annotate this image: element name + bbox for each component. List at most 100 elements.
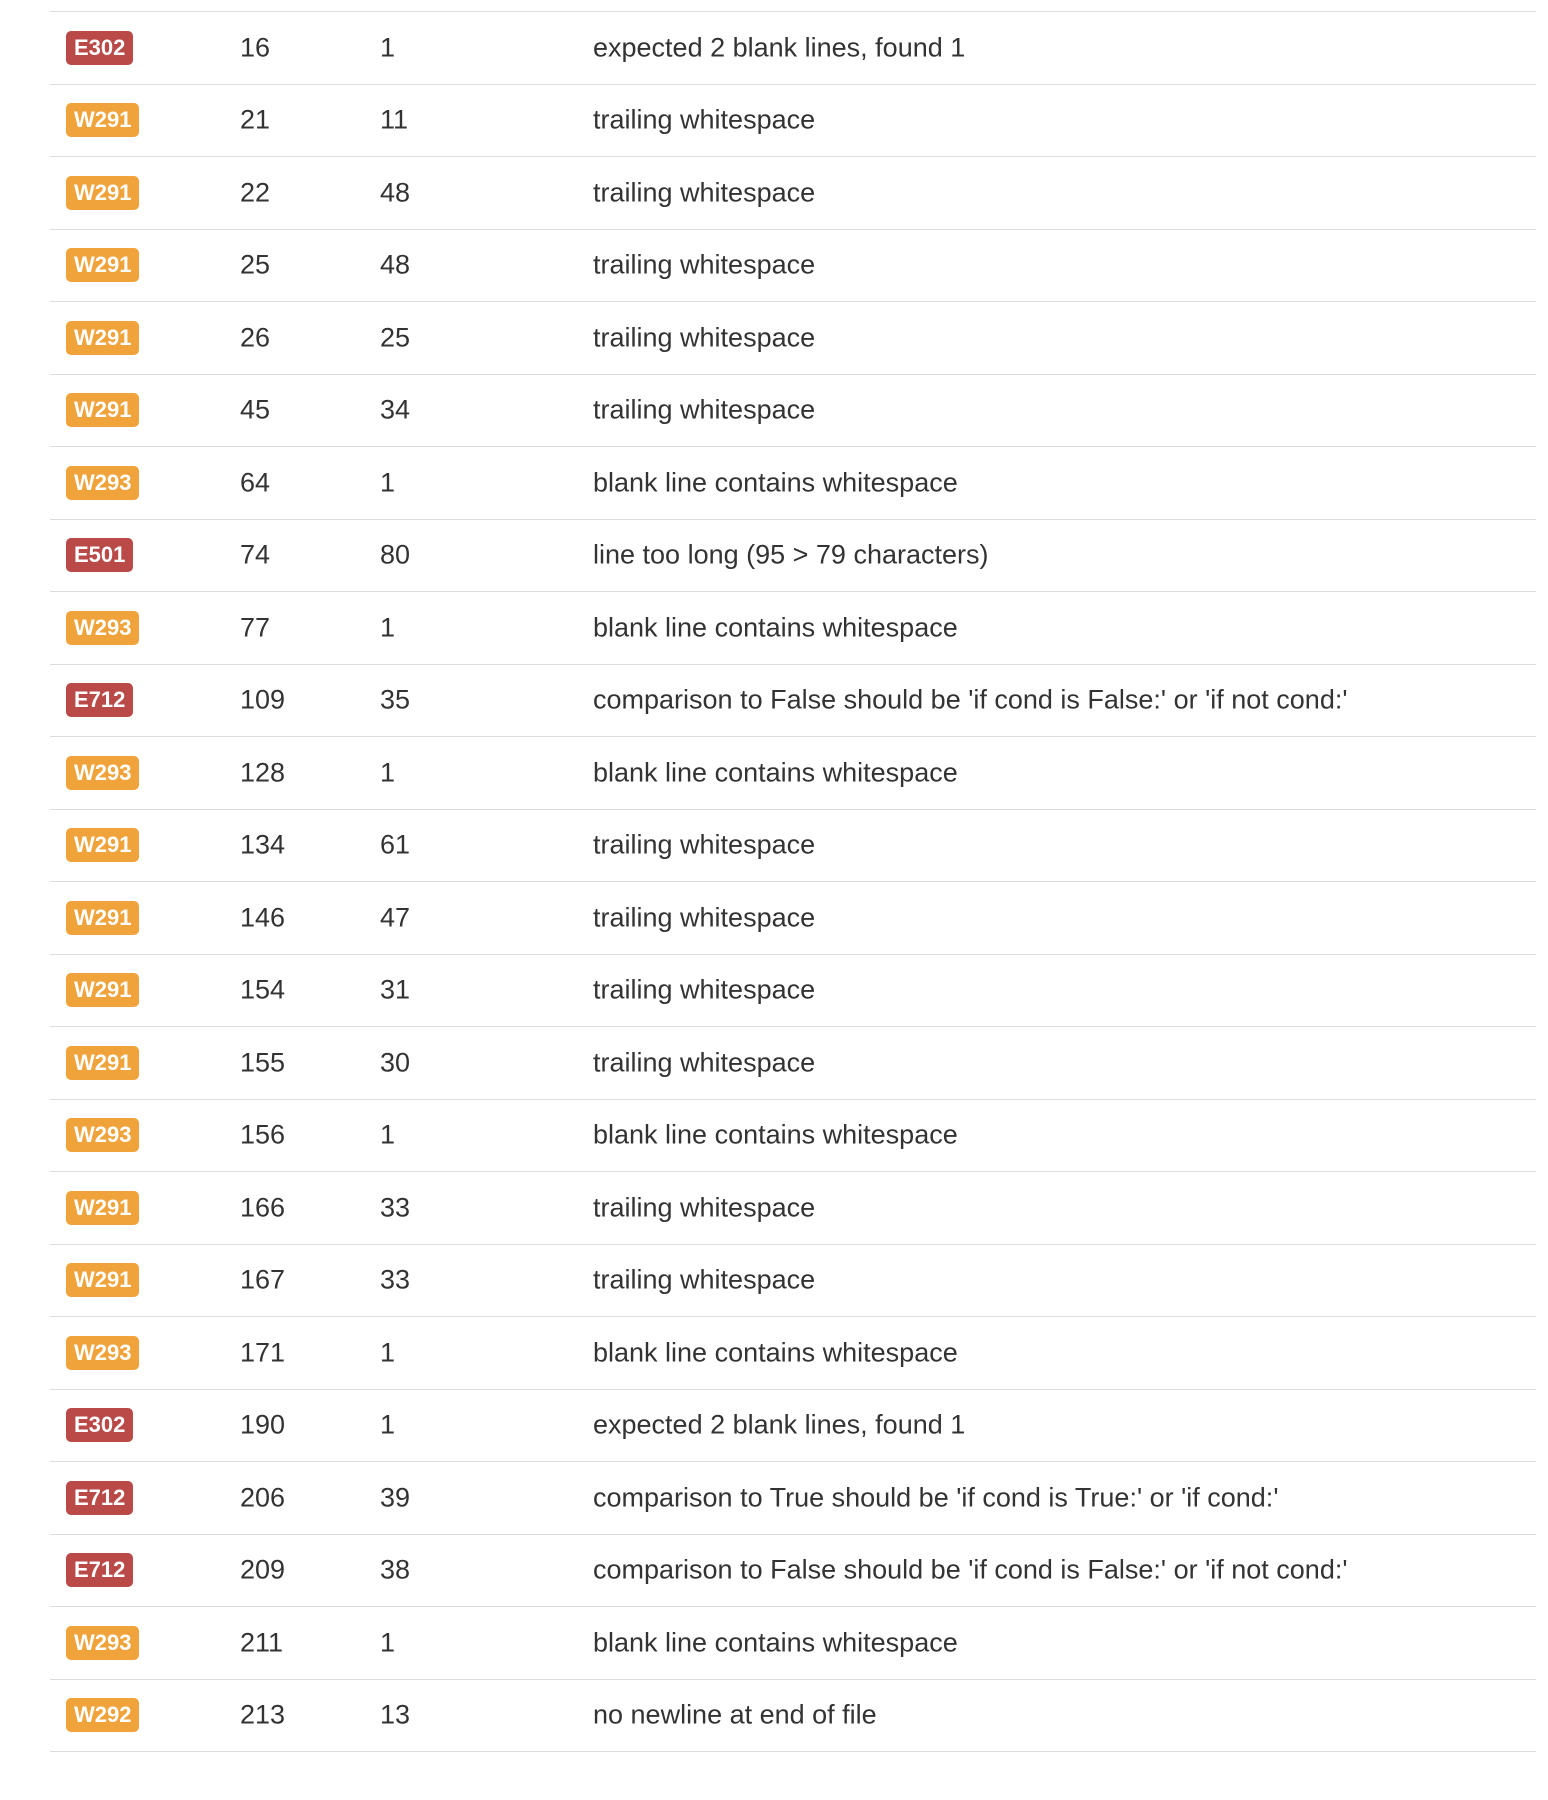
code-cell: E712 [66,683,134,718]
column-number-cell: 47 [380,902,411,933]
line-number-cell: 109 [240,684,286,715]
message-cell: blank line contains whitespace [593,467,958,498]
table-row: W291 134 61 trailing whitespace [50,810,1536,882]
table-row: W293 171 1 blank line contains whitespace [50,1317,1536,1390]
line-number-cell: 64 [240,467,271,498]
message-cell: expected 2 blank lines, found 1 [593,1409,966,1440]
line-number-cell: 171 [240,1337,286,1368]
code-cell: W293 [66,1335,140,1370]
table-row: W293 64 1 blank line contains whitespace [50,447,1536,520]
code-cell: W291 [66,1190,140,1225]
message-cell: trailing whitespace [593,394,816,425]
table-row: W291 25 48 trailing whitespace [50,230,1536,302]
code-cell: E302 [66,1408,134,1443]
column-number-cell: 1 [380,757,396,788]
code-cell: E501 [66,538,134,573]
warning-code-badge: W293 [66,610,140,645]
message-cell: trailing whitespace [593,1264,816,1295]
table-row: W291 155 30 trailing whitespace [50,1027,1536,1100]
column-number-cell: 30 [380,1047,411,1078]
warning-code-badge: W291 [66,1263,140,1298]
column-number-cell: 1 [380,467,396,498]
table-row: W291 26 25 trailing whitespace [50,302,1536,375]
message-cell: line too long (95 > 79 characters) [593,539,989,570]
column-number-cell: 39 [380,1482,411,1513]
code-cell: E302 [66,30,134,65]
code-cell: W291 [66,1045,140,1080]
message-cell: trailing whitespace [593,1047,816,1078]
column-number-cell: 61 [380,829,411,860]
error-code-badge: E501 [66,538,134,573]
column-number-cell: 1 [380,1627,396,1658]
code-cell: W293 [66,465,140,500]
code-cell: W291 [66,900,140,935]
table-row: E302 16 1 expected 2 blank lines, found 1 [50,12,1536,85]
table-row: W291 166 33 trailing whitespace [50,1172,1536,1245]
table-row: W292 213 13 no newline at end of file [50,1680,1536,1752]
table-row: W291 154 31 trailing whitespace [50,955,1536,1027]
warning-code-badge: W293 [66,465,140,500]
code-cell: W291 [66,103,140,138]
line-number-cell: 77 [240,612,271,643]
column-number-cell: 1 [380,1337,396,1368]
column-number-cell: 48 [380,177,411,208]
line-number-cell: 166 [240,1192,286,1223]
message-cell: trailing whitespace [593,974,816,1005]
column-number-cell: 35 [380,684,411,715]
message-cell: no newline at end of file [593,1699,877,1730]
message-cell: blank line contains whitespace [593,1337,958,1368]
line-number-cell: 213 [240,1699,286,1730]
error-code-badge: E712 [66,1553,134,1588]
table-row: W293 211 1 blank line contains whitespace [50,1607,1536,1680]
warning-code-badge: W291 [66,393,140,428]
table-row: W293 156 1 blank line contains whitespace [50,1100,1536,1172]
line-number-cell: 22 [240,177,271,208]
table-row: W291 146 47 trailing whitespace [50,882,1536,955]
line-number-cell: 128 [240,757,286,788]
column-number-cell: 1 [380,32,396,63]
table-row: E302 190 1 expected 2 blank lines, found 1 [50,1390,1536,1462]
column-number-cell: 1 [380,612,396,643]
message-cell: comparison to False should be 'if cond i… [593,1554,1348,1585]
warning-code-badge: W291 [66,320,140,355]
line-number-cell: 26 [240,322,271,353]
message-cell: blank line contains whitespace [593,1119,958,1150]
error-code-badge: E302 [66,30,134,65]
line-number-cell: 25 [240,249,271,280]
line-number-cell: 45 [240,394,271,425]
line-number-cell: 167 [240,1264,286,1295]
column-number-cell: 38 [380,1554,411,1585]
code-cell: W291 [66,393,140,428]
warning-code-badge: W292 [66,1698,140,1733]
message-cell: expected 2 blank lines, found 1 [593,32,966,63]
column-number-cell: 33 [380,1192,411,1223]
warning-code-badge: W291 [66,1190,140,1225]
message-cell: comparison to True should be 'if cond is… [593,1482,1279,1513]
warning-code-badge: W293 [66,1118,140,1153]
message-cell: comparison to False should be 'if cond i… [593,684,1348,715]
code-cell: W291 [66,1263,140,1298]
message-cell: trailing whitespace [593,249,816,280]
message-cell: blank line contains whitespace [593,1627,958,1658]
code-cell: W293 [66,610,140,645]
pep8-results-table: E302 1 6 1 expected 2 blank lines, found 1 W2… [50,11,1536,1752]
line-number-cell: 211 [240,1627,284,1658]
code-cell: W292 [66,1698,140,1733]
column-number-cell: 48 [380,249,411,280]
warning-code-badge: W291 [66,103,140,138]
table-row: E712 109 35 comparison to False should be '… [50,665,1536,737]
line-number-cell: 155 [240,1047,286,1078]
code-cell: W293 [66,1625,140,1660]
line-number-cell: 206 [240,1482,286,1513]
line-number-cell: 154 [240,974,286,1005]
message-cell: blank line contains whitespace [593,757,958,788]
error-code-badge: E302 [66,1408,134,1443]
table-row: E501 74 80 line too long (95 > 79 character… [50,520,1536,592]
code-cell: W291 [66,320,140,355]
table-row: W293 128 1 blank line contains whitespace [50,737,1536,810]
message-cell: trailing whitespace [593,104,816,135]
warning-code-badge: W293 [66,755,140,790]
warning-code-badge: W293 [66,1625,140,1660]
warning-code-badge: W291 [66,828,140,863]
table-row: E712 206 39 comparison to True should be 'i… [50,1462,1536,1535]
